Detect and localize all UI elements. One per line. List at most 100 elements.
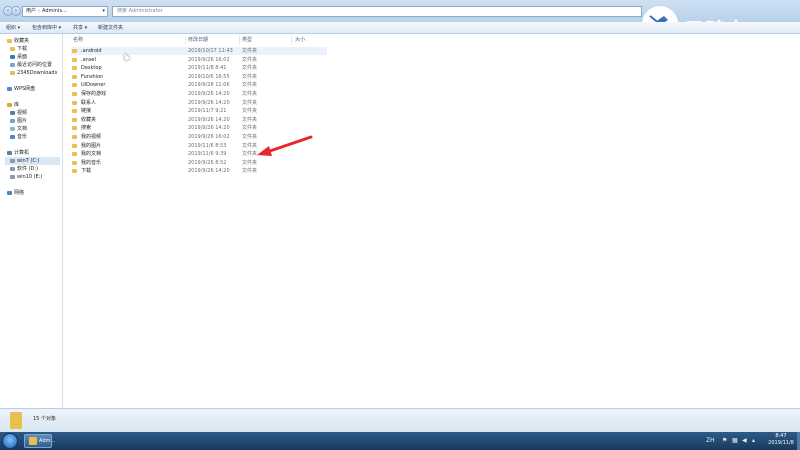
file-name: 联系人 (81, 99, 97, 106)
file-name: 我的音乐 (81, 159, 102, 166)
forward-button[interactable]: › (11, 6, 21, 16)
file-row[interactable]: 联系人 2019/9/26 14:20 文件夹 (71, 99, 327, 107)
taskbar-explorer-button[interactable]: Adm... (24, 434, 55, 448)
nav-computer[interactable]: 计算机 (7, 149, 29, 157)
nav-libraries[interactable]: 库 (7, 101, 19, 109)
nav-label: 文档 (17, 126, 28, 132)
navigation-pane: 收藏夹 下载 桌面 最近访问的位置 2345Downloads WPS网盘 库 … (0, 34, 63, 408)
network-tray-icon[interactable]: ▦ (732, 436, 738, 446)
desktop-icon (10, 54, 15, 59)
file-date: 2019/9/26 16:02 (188, 134, 230, 140)
nav-label: win7 (C:) (17, 158, 40, 164)
drive-icon (10, 158, 15, 163)
file-row[interactable]: .android 2019/10/17 11:43 文件夹 (71, 47, 327, 55)
column-divider[interactable] (185, 36, 186, 44)
breadcrumb-admin[interactable]: Adminis... (42, 8, 67, 14)
nav-item-recent[interactable]: 最近访问的位置 (10, 61, 52, 69)
red-arrow-annotation (257, 135, 313, 156)
nav-item-drive-c[interactable]: win7 (C:) (5, 157, 60, 165)
nav-label: 网络 (14, 190, 25, 196)
language-indicator[interactable]: ZH (706, 436, 715, 446)
file-row[interactable]: Desktop 2019/11/8 8:41 文件夹 (71, 64, 327, 72)
computer-icon (7, 150, 12, 155)
folder-icon (72, 66, 77, 71)
nav-favorites[interactable]: 收藏夹 (7, 37, 29, 45)
nav-item-music[interactable]: 音乐 (10, 133, 27, 141)
file-type: 文件夹 (242, 99, 258, 106)
nav-label: 最近访问的位置 (17, 62, 53, 68)
file-name: 搜索 (81, 125, 92, 132)
chevron-down-icon[interactable]: ▾ (102, 7, 105, 16)
library-icon (7, 102, 12, 107)
file-date: 2019/10/6 16:55 (188, 73, 230, 80)
folder-icon (72, 143, 77, 148)
file-row[interactable]: 搜索 2019/9/26 14:20 文件夹 (71, 124, 327, 132)
file-list-pane: 名称 修改日期 类型 大小 .android 2019/10/17 11:43 文件… (63, 34, 800, 408)
file-row[interactable]: .ansel 2019/9/26 16:02 文件夹 (71, 56, 327, 64)
file-name: .android (81, 48, 102, 54)
nav-item-downloads[interactable]: 下载 (10, 45, 27, 53)
organize-button[interactable]: 组织 ▾ (6, 24, 20, 32)
column-header-name[interactable]: 名称 (73, 36, 83, 44)
drive-icon (10, 166, 15, 171)
start-button[interactable] (2, 433, 18, 449)
flag-icon[interactable]: ⚑ (722, 436, 727, 446)
breadcrumb-users[interactable]: 用户 (26, 8, 36, 14)
file-row[interactable]: Funshion 2019/10/6 16:55 文件夹 (71, 73, 327, 81)
file-date: 2019/9/26 14:20 (188, 91, 230, 97)
volume-icon[interactable]: ◀ (742, 436, 747, 446)
column-header-date[interactable]: 修改日期 (188, 36, 208, 44)
file-date: 2019/9/26 8:52 (188, 159, 227, 166)
folder-icon (72, 160, 77, 165)
nav-item-drive-e[interactable]: win10 (E:) (10, 173, 42, 181)
folder-icon (72, 169, 77, 174)
file-type: 文件夹 (242, 73, 258, 80)
column-divider[interactable] (239, 36, 240, 44)
cloud-drive-icon (7, 86, 12, 91)
address-bar[interactable]: 用户 › Adminis... ▾ (22, 6, 108, 17)
file-row[interactable]: 我的音乐 2019/9/26 8:52 文件夹 (71, 159, 327, 167)
column-divider[interactable] (291, 36, 292, 44)
file-name: Desktop (81, 65, 102, 72)
file-row[interactable]: 下载 2019/9/26 14:20 文件夹 (71, 167, 327, 175)
nav-item-desktop[interactable]: 桌面 (10, 53, 27, 61)
breadcrumb-separator: › (38, 8, 41, 14)
file-name: 我的视频 (81, 134, 102, 140)
column-header-type[interactable]: 类型 (242, 36, 252, 44)
file-row[interactable]: 链接 2019/11/7 9:21 文件夹 (71, 107, 327, 115)
tray-expand-icon[interactable]: ▴ (752, 436, 755, 446)
file-date: 2019/9/26 14:20 (188, 99, 230, 106)
include-library-button[interactable]: 包含到库中 ▾ (32, 24, 61, 32)
clock[interactable]: 8:47 2019/11/8 (766, 433, 796, 447)
file-row[interactable]: 收藏夹 2019/9/26 14:20 文件夹 (71, 116, 327, 124)
file-type: 文件夹 (242, 56, 258, 63)
nav-item-drive-d[interactable]: 软件 (D:) (10, 165, 38, 173)
nav-item-documents[interactable]: 文档 (10, 125, 27, 133)
folder-icon (72, 109, 77, 114)
new-folder-button[interactable]: 新建文件夹 (98, 24, 123, 32)
nav-label: 音乐 (17, 134, 28, 140)
folder-icon (10, 70, 15, 75)
clock-date: 2019/11/8 (768, 440, 794, 446)
nav-item-videos[interactable]: 视频 (10, 109, 27, 117)
folder-icon (72, 49, 77, 53)
nav-network[interactable]: 网络 (7, 189, 24, 197)
nav-wps[interactable]: WPS网盘 (7, 85, 35, 93)
network-icon (7, 190, 12, 195)
nav-item-pictures[interactable]: 图片 (10, 117, 27, 125)
nav-label: 视频 (17, 110, 28, 116)
file-type: 文件夹 (242, 168, 258, 175)
file-row[interactable]: 保存的游戏 2019/9/26 14:20 文件夹 (71, 90, 327, 98)
nav-label: 收藏夹 (14, 38, 30, 44)
nav-item-2345downloads[interactable]: 2345Downloads (10, 69, 57, 77)
nav-label: 计算机 (14, 150, 30, 156)
file-type: 文件夹 (242, 48, 258, 54)
column-header-size[interactable]: 大小 (295, 36, 305, 44)
search-input[interactable]: 搜索 Administrator (112, 6, 642, 17)
file-row[interactable]: UIDowner 2019/9/28 11:06 文件夹 (71, 81, 327, 89)
share-button[interactable]: 共享 ▾ (73, 24, 87, 32)
item-count: 15 个对象 (33, 416, 56, 422)
picture-icon (10, 118, 15, 123)
folder-icon (10, 46, 15, 51)
file-date: 2019/11/7 9:21 (188, 108, 227, 115)
